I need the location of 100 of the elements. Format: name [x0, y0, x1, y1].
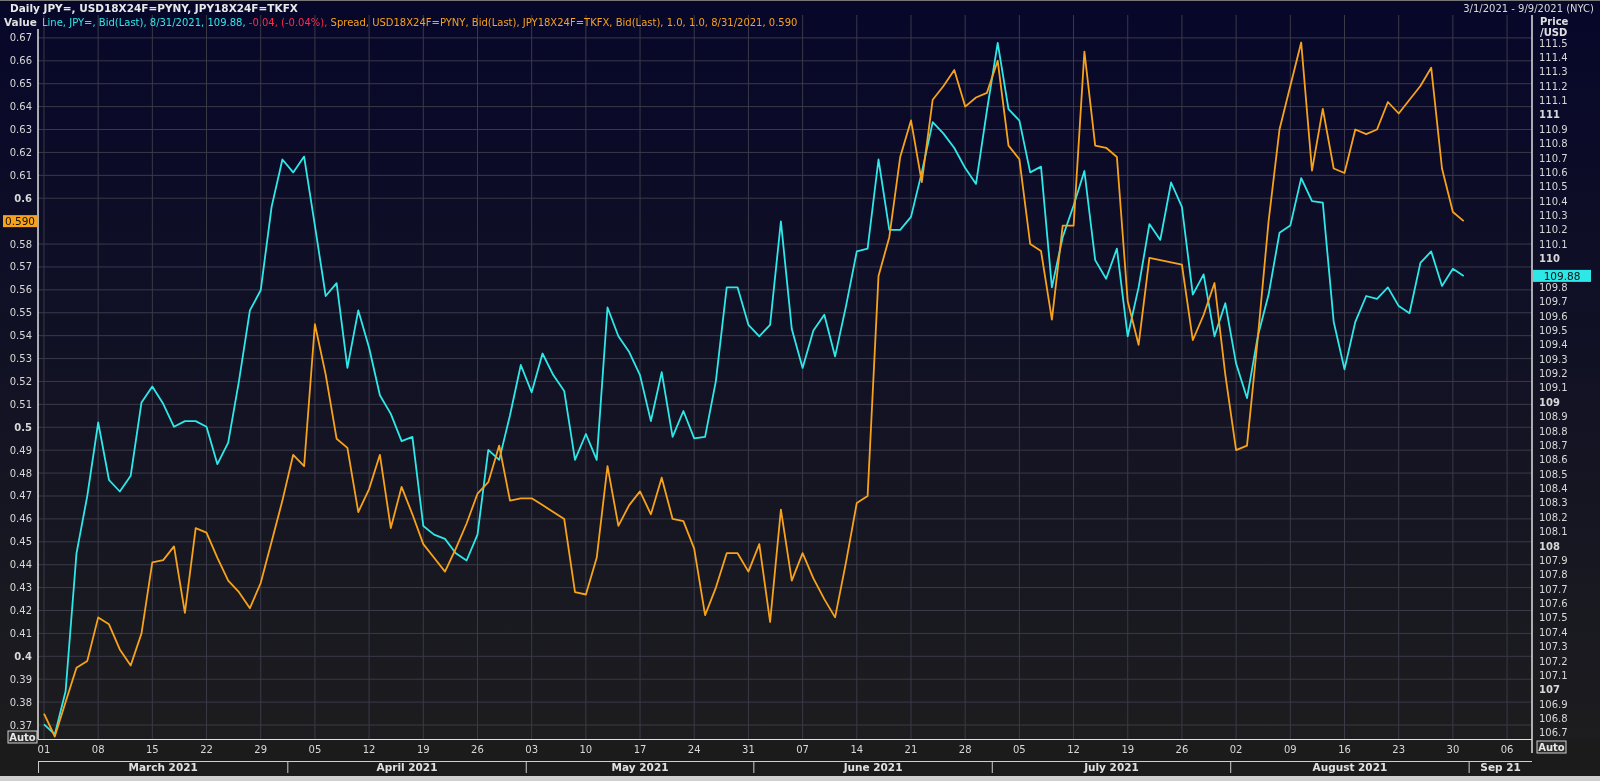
axis-tick-label: 09: [1283, 744, 1297, 755]
axis-tick-label: 0.38: [9, 696, 32, 708]
axis-tick-label: 107.2: [1539, 655, 1568, 667]
axis-tick-label: 12: [362, 744, 376, 755]
axis-tick-label: 107.5: [1539, 612, 1568, 624]
axis-tick-label: 29: [254, 744, 268, 755]
axis-tick-label: 0.5: [14, 421, 32, 433]
axis-tick-label: 0.51: [9, 398, 32, 410]
axis-tick-label: 0.45: [9, 536, 32, 548]
axis-tick-label: 10: [579, 744, 593, 755]
axis-tick-label: 107.4: [1539, 626, 1568, 638]
auto-button[interactable]: Auto: [1536, 740, 1567, 754]
axis-tick-label: 0.62: [9, 146, 32, 158]
axis-tick-label: 106.8: [1539, 713, 1568, 725]
axis-tick-label: 106.7: [1539, 727, 1568, 739]
axis-tick-label: 0.6: [14, 192, 32, 204]
axis-tick-label: 03: [525, 744, 539, 755]
axis-tick-label: 109.3: [1539, 353, 1568, 365]
axis-tick-label: 107.1: [1539, 669, 1568, 681]
axis-tick-label: 110.5: [1539, 181, 1568, 193]
axis-tick-label: 107.3: [1539, 641, 1568, 653]
axis-tick-label: 16: [1338, 744, 1351, 755]
axis-tick-label: 0.41: [9, 627, 32, 639]
axis-tick-label: 0.49: [9, 444, 32, 456]
axis-tick-label: 108.7: [1539, 440, 1568, 451]
axis-tick-label: 108.9: [1539, 411, 1568, 423]
axis-tick-label: 107.6: [1539, 598, 1568, 610]
axis-tick-label: 108.1: [1539, 526, 1568, 538]
axis-tick-label: 110.4: [1539, 195, 1568, 207]
axis-tick-label: 0.54: [9, 330, 32, 342]
month-label: May 2021: [611, 761, 669, 773]
axis-tick-label: 0.55: [9, 307, 32, 319]
axis-tick-label: 12: [1067, 744, 1080, 755]
axis-tick-label: 109.8: [1539, 281, 1568, 293]
axis-tick-label: 0.63: [9, 124, 32, 135]
axis-tick-label: 28: [958, 744, 972, 755]
axis-tick-label: 23: [1392, 744, 1406, 755]
axis-tick-label: 0.37: [9, 719, 32, 731]
axis-tick-label: 109.1: [1539, 382, 1568, 394]
axis-tick-label: 21: [904, 744, 918, 755]
axis-tick-label: 110.3: [1539, 210, 1568, 221]
auto-button[interactable]: Auto: [7, 730, 38, 744]
axis-tick-label: 0.61: [9, 169, 32, 181]
axis-tick-label: 19: [1121, 744, 1135, 755]
axis-tick-label: 05: [1013, 744, 1026, 755]
axis-tick-label: 0.48: [9, 467, 32, 479]
axis-tick-label: 110.8: [1539, 138, 1568, 150]
axis-tick-label: 108.8: [1539, 425, 1568, 437]
month-label: June 2021: [843, 761, 903, 773]
axis-tick-label: 111.5: [1539, 37, 1568, 49]
axis-tick-label: 0.46: [9, 513, 32, 525]
axis-tick-label: 111.2: [1539, 80, 1568, 92]
axis-tick-label: 110.1: [1539, 238, 1568, 250]
chart-legend: Line, JPY=, Bid(Last), 8/31/2021, 109.88, -0.04, (-0.04%), Spread, USD18X24F=PYNY, Bid(Last), JPY18X24F=TKFX, Bid(Last), 1.0, 1.0, 8/31/2021, 0.590: [42, 17, 798, 28]
chart-title: Daily JPY=, USD18X24F=PYNY, JPY18X24F=TKFX: [10, 2, 298, 14]
axis-tick-label: 0.47: [9, 490, 32, 502]
axis-tick-label: 08: [91, 744, 105, 755]
axis-tick-label: 0.4: [14, 650, 32, 662]
axis-tick-label: 106.9: [1539, 698, 1568, 710]
axis-tick-label: 07: [796, 744, 809, 755]
axis-title: Price /USD: [1540, 16, 1569, 38]
axis-tick-label: 109.6: [1539, 310, 1568, 322]
axis-tick-label: 107.7: [1539, 583, 1568, 595]
axis-tick-label: 109.4: [1539, 339, 1568, 351]
axis-tick-label: 108.3: [1539, 497, 1568, 509]
month-label: Sep 21: [1480, 761, 1521, 773]
axis-tick-label: 108.4: [1539, 483, 1568, 495]
axis-tick-label: 111.1: [1539, 95, 1568, 106]
axis-tick-label: 0.65: [9, 78, 32, 90]
axis-tick-label: 0.39: [9, 673, 32, 685]
axis-tick-label: 06: [1500, 744, 1514, 755]
axis-tick-label: 01: [37, 744, 51, 755]
axis-tick-label: 14: [850, 744, 864, 755]
date-range: 3/1/2021 - 9/9/2021 (NYC): [1463, 2, 1594, 14]
month-label: August 2021: [1312, 761, 1388, 773]
axis-tick-label: 02: [1229, 744, 1243, 755]
axis-tick-label: 24: [687, 744, 701, 755]
axis-tick-label: 0.42: [9, 605, 32, 616]
axis-tick-label: 05: [308, 744, 322, 755]
axis-tick-label: 0.58: [9, 238, 32, 250]
axis-tick-label: 111.3: [1539, 66, 1568, 78]
last-value-tag: 0.590: [3, 215, 37, 228]
axis-tick-label: 109.2: [1539, 368, 1568, 380]
axis-tick-label: 0.56: [9, 284, 32, 296]
month-label: July 2021: [1084, 761, 1139, 773]
axis-tick-label: 17: [633, 744, 647, 755]
axis-tick-label: 0.52: [9, 375, 32, 387]
axis-tick-label: 15: [145, 744, 159, 755]
month-label: April 2021: [376, 761, 438, 773]
axis-tick-label: 110.2: [1539, 224, 1568, 236]
axis-tick-label: 19: [416, 744, 430, 755]
axis-tick-label: 109.7: [1539, 296, 1568, 308]
axis-tick-label: 109: [1539, 396, 1560, 408]
axis-tick-label: 109.5: [1539, 325, 1568, 336]
axis-tick-label: 0.66: [9, 55, 32, 67]
axis-tick-label: 0.44: [9, 559, 32, 571]
axis-tick-label: 108.6: [1539, 454, 1568, 466]
axis-tick-label: 26: [471, 744, 484, 755]
axis-tick-label: 111.4: [1539, 51, 1568, 63]
axis-tick-label: 30: [1446, 744, 1460, 755]
